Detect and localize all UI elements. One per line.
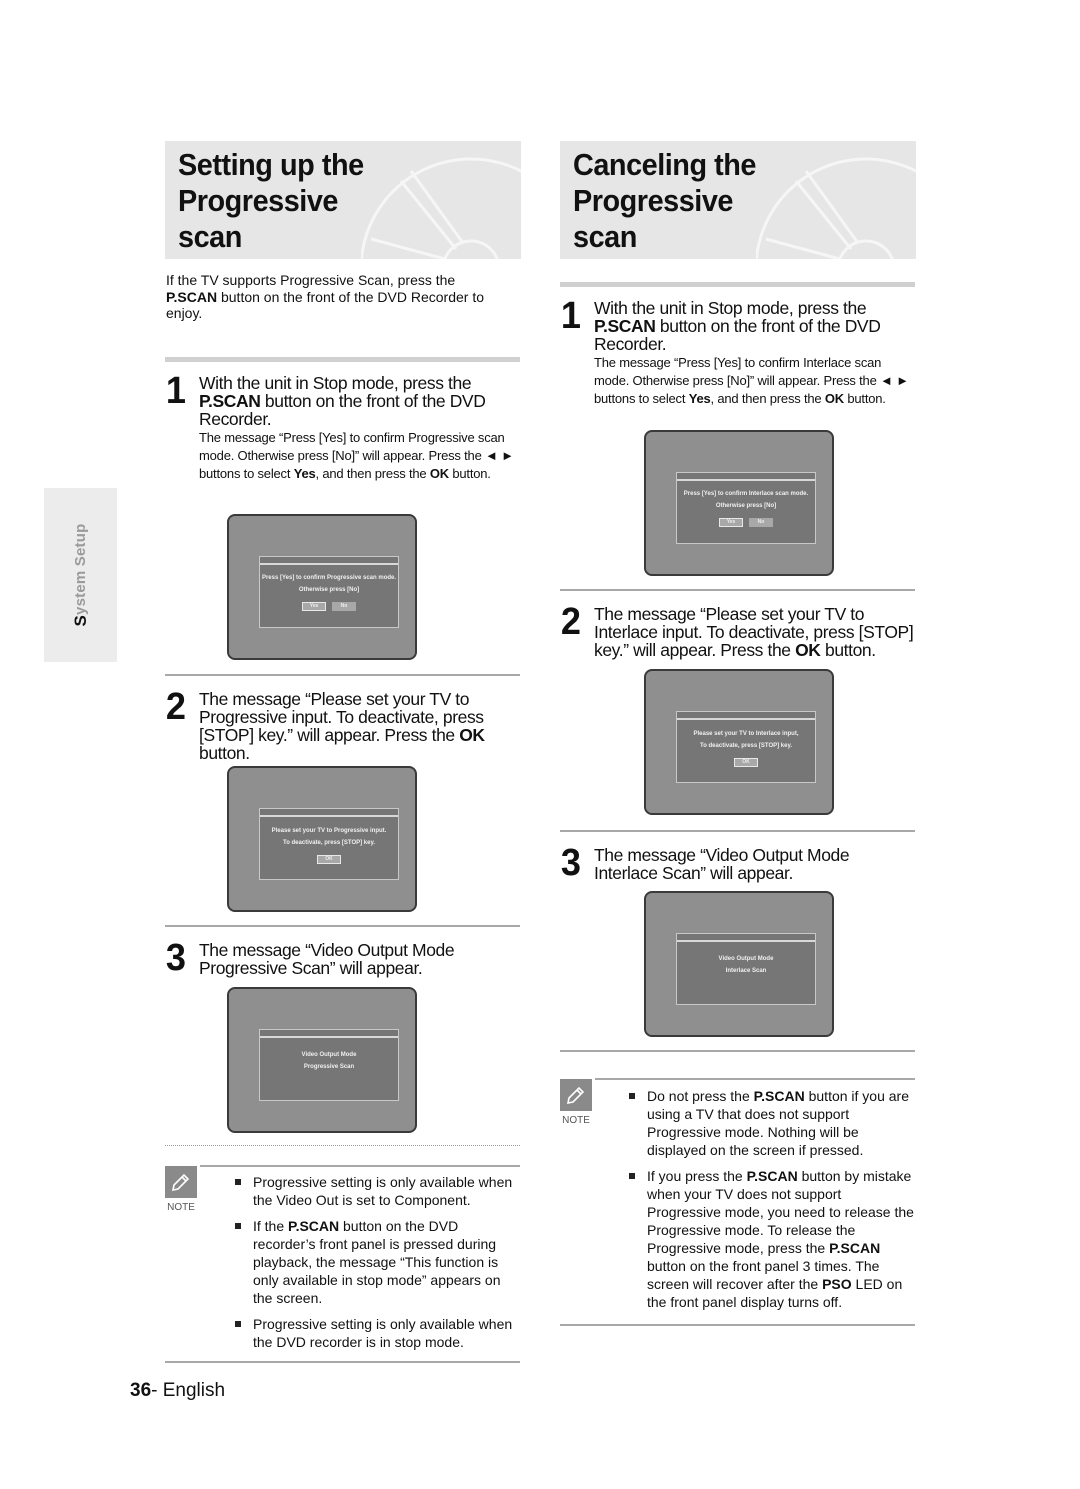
- osd-dialog: Please set your TV to Interlace input, T…: [676, 711, 816, 783]
- osd-message: Otherwise press [No]: [298, 587, 360, 593]
- note-item: If you press the P.SCAN button by mistak…: [627, 1167, 917, 1311]
- divider: [595, 1078, 915, 1080]
- divider: [165, 925, 520, 927]
- right-page-title: Canceling the Progressive scan: [573, 147, 756, 254]
- divider: [165, 1361, 520, 1363]
- note-item: If the P.SCAN button on the DVD recorder…: [233, 1217, 523, 1307]
- osd-no-button: No: [749, 518, 773, 527]
- right-step-3: 3 The message “Video Output Mode Interla…: [560, 842, 916, 884]
- page-footer: 36- English: [130, 1380, 226, 1401]
- left-note-list: Progressive setting is only available wh…: [233, 1173, 523, 1359]
- divider: [560, 282, 915, 287]
- divider: [165, 674, 520, 676]
- left-note-badge: NOTE: [165, 1166, 197, 1213]
- osd-yes-button: Yes: [719, 518, 743, 527]
- divider: [560, 1324, 915, 1326]
- divider: [200, 1165, 520, 1167]
- osd-message: Interlace Scan: [725, 968, 767, 974]
- osd-message: Please set your TV to Progressive input.: [271, 828, 387, 834]
- right-step-1: 1 With the unit in Stop mode, press the P…: [560, 295, 916, 408]
- step-instruction: The message “Video Output Mode Interlace…: [594, 845, 850, 883]
- left-intro-text: If the TV supports Progressive Scan, pre…: [166, 272, 485, 321]
- step-instruction: With the unit in Stop mode, press the P.S…: [199, 373, 486, 429]
- step-instruction: The message “Please set your TV to Progr…: [199, 689, 485, 763]
- osd-message: To deactivate, press [STOP] key.: [699, 743, 793, 749]
- side-tab-label: System Setup: [70, 523, 90, 627]
- divider: [165, 1145, 520, 1147]
- tv-screen-confirm-progressive: Press [Yes] to confirm Progressive scan …: [227, 514, 417, 660]
- section-side-tab: System Setup: [44, 488, 117, 662]
- tv-screen-set-interlace: Please set your TV to Interlace input, T…: [644, 669, 834, 815]
- right-title-banner: Canceling the Progressive scan: [560, 141, 916, 259]
- left-step-3: 3 The message “Video Output Mode Progres…: [165, 937, 521, 979]
- osd-message: Please set your TV to Interlace input,: [693, 731, 799, 737]
- right-note-list: Do not press the P.SCAN button if you ar…: [627, 1087, 917, 1319]
- right-note-badge: NOTE: [560, 1079, 592, 1126]
- osd-message: Video Output Mode: [301, 1052, 357, 1058]
- step-instruction: With the unit in Stop mode, press the P.S…: [594, 298, 881, 354]
- page-number: 36: [130, 1380, 152, 1401]
- page-language: English: [157, 1380, 226, 1401]
- osd-message: To deactivate, press [STOP] key.: [282, 840, 376, 846]
- divider: [560, 589, 915, 591]
- osd-message: Press [Yes] to confirm Interlace scan mo…: [683, 491, 809, 497]
- tv-screen-output-interlace: Video Output Mode Interlace Scan: [644, 891, 834, 1037]
- left-page-title: Setting up the Progressive scan: [178, 147, 364, 254]
- osd-dialog: Press [Yes] to confirm Interlace scan mo…: [676, 472, 816, 544]
- right-step-2: 2 The message “Please set your TV to Int…: [560, 601, 916, 660]
- pencil-note-icon: [560, 1079, 592, 1111]
- osd-message: Press [Yes] to confirm Progressive scan …: [261, 575, 397, 581]
- divider: [165, 357, 520, 362]
- pencil-note-icon: [165, 1166, 197, 1198]
- osd-message: Progressive Scan: [303, 1064, 355, 1070]
- left-step-2: 2 The message “Please set your TV to Pro…: [165, 686, 521, 763]
- step-instruction: The message “Please set your TV to Inter…: [594, 604, 914, 660]
- osd-message: Video Output Mode: [718, 956, 774, 962]
- osd-yes-button: Yes: [302, 602, 326, 611]
- step-detail: The message “Press [Yes] to confirm Prog…: [199, 430, 514, 481]
- step-number: 2: [560, 601, 581, 643]
- tv-screen-set-progressive: Please set your TV to Progressive input.…: [227, 766, 417, 912]
- left-step-1: 1 With the unit in Stop mode, press the P…: [165, 370, 521, 483]
- step-number: 1: [560, 295, 581, 337]
- step-number: 3: [165, 937, 186, 979]
- note-item: Do not press the P.SCAN button if you ar…: [627, 1087, 917, 1159]
- tv-screen-output-progressive: Video Output Mode Progressive Scan: [227, 987, 417, 1133]
- osd-message: Otherwise press [No]: [715, 503, 777, 509]
- note-item: Progressive setting is only available wh…: [233, 1315, 523, 1351]
- note-label: NOTE: [167, 1202, 195, 1213]
- osd-dialog: Press [Yes] to confirm Progressive scan …: [259, 556, 399, 628]
- step-instruction: The message “Video Output Mode Progressi…: [199, 940, 455, 978]
- step-number: 3: [560, 842, 581, 884]
- osd-no-button: No: [332, 602, 356, 611]
- osd-ok-button: OK: [317, 855, 341, 864]
- step-detail: The message “Press [Yes] to confirm Inte…: [594, 355, 909, 406]
- osd-dialog: Video Output Mode Interlace Scan: [676, 933, 816, 1005]
- step-number: 1: [165, 370, 186, 412]
- step-number: 2: [165, 686, 186, 728]
- left-title-banner: Setting up the Progressive scan: [165, 141, 521, 259]
- osd-ok-button: OK: [734, 758, 758, 767]
- divider: [560, 1050, 915, 1052]
- note-item: Progressive setting is only available wh…: [233, 1173, 523, 1209]
- note-label: NOTE: [562, 1115, 590, 1126]
- osd-dialog: Please set your TV to Progressive input.…: [259, 808, 399, 880]
- divider: [560, 830, 915, 832]
- osd-dialog: Video Output Mode Progressive Scan: [259, 1029, 399, 1101]
- tv-screen-confirm-interlace: Press [Yes] to confirm Interlace scan mo…: [644, 430, 834, 576]
